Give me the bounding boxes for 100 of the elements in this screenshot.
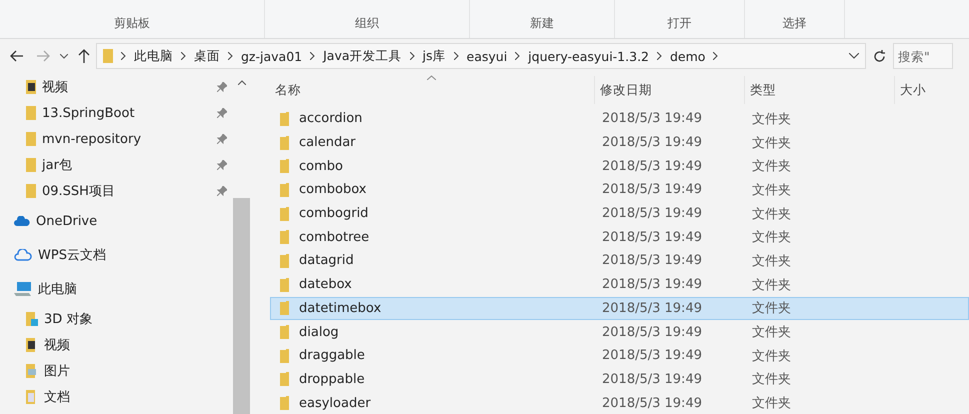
folder-icon [280, 230, 289, 244]
breadcrumb-item[interactable]: 此电脑 [134, 48, 173, 64]
chevron-icon[interactable] [454, 52, 459, 60]
file-row[interactable]: combogrid 2018/5/3 19:49 文件夹 [270, 202, 969, 226]
up-arrow-icon[interactable] [78, 49, 90, 63]
folder-icon [280, 278, 289, 292]
search-field[interactable]: 搜索" [893, 43, 953, 69]
file-name: combogrid [299, 206, 368, 222]
dropdown-icon[interactable] [849, 53, 859, 59]
caret-icon[interactable] [60, 54, 68, 58]
scroll-up-icon[interactable] [238, 80, 246, 85]
file-name: accordion [299, 111, 362, 126]
breadcrumb-item[interactable]: demo [670, 48, 706, 64]
folder-icon [280, 182, 289, 197]
chevron-icon[interactable] [181, 52, 186, 60]
file-row[interactable]: datebox 2018/5/3 19:49 文件夹 [270, 272, 969, 296]
chevron-icon[interactable] [713, 52, 718, 60]
file-row[interactable]: easyloader 2018/5/3 19:49 文件夹 [270, 391, 969, 414]
sidebar-item[interactable]: 13.SpringBoot [42, 106, 135, 120]
date-cell-text: 2018/5/3 19:49 [601, 324, 703, 340]
file-row[interactable]: combobox 2018/5/3 19:49 文件夹 [270, 178, 969, 202]
file-name: combobox [299, 182, 366, 198]
type-cell-text: 文件夹 [751, 158, 792, 176]
chevron-icon[interactable] [310, 52, 316, 60]
file-row[interactable]: datetimebox 2018/5/3 19:49 文件夹 [270, 296, 969, 320]
sidebar-item[interactable]: 此电脑 [38, 280, 77, 298]
back-icon[interactable] [10, 50, 24, 62]
folder-icon [280, 206, 289, 221]
file-name: calendar [299, 135, 356, 150]
chevron-icon[interactable] [228, 52, 233, 60]
folder-icon [26, 158, 36, 172]
folder-icon [280, 348, 289, 363]
pin-icon[interactable] [217, 134, 227, 144]
cloud-outline-icon [14, 249, 32, 261]
date-cell-text: 2018/5/3 19:49 [601, 206, 703, 222]
sidebar-item[interactable]: 视频 [44, 336, 70, 354]
file-row[interactable]: accordion 2018/5/3 19:49 文件夹 [270, 107, 969, 131]
file-name: combotree [299, 230, 370, 245]
chevron-icon[interactable] [121, 52, 126, 60]
column-header[interactable]: 类型 [745, 76, 895, 104]
date-cell-text: 2018/5/3 19:49 [601, 230, 703, 245]
file-name: easyloader [299, 396, 371, 411]
scrollbar-thumb[interactable] [233, 198, 250, 414]
sidebar-item[interactable]: jar包 [42, 156, 72, 174]
breadcrumb-item[interactable]: js库 [422, 48, 446, 64]
date-cell-text: 2018/5/3 19:49 [601, 111, 703, 126]
chevron-icon[interactable] [410, 52, 415, 60]
address-field[interactable]: 此电脑 桌面 gz-java01 Java开发工具 js库 easyui jquery-easyui-1.3.2 demo [96, 43, 866, 69]
type-cell-text: 文件夹 [751, 371, 792, 388]
pin-icon[interactable] [217, 186, 227, 196]
folder-icon [280, 301, 289, 316]
file-row[interactable]: dialog 2018/5/3 19:49 文件夹 [270, 320, 969, 344]
file-name: droppable [299, 372, 365, 387]
pin-icon[interactable] [217, 82, 227, 92]
sidebar-item[interactable]: WPS云文档 [38, 246, 106, 264]
breadcrumb-item[interactable]: Java开发工具 [323, 48, 402, 64]
date-cell-text: 2018/5/3 19:49 [601, 348, 703, 364]
sidebar-item[interactable]: OneDrive [36, 214, 98, 228]
ribbon-group-label: 选择 [745, 0, 845, 38]
file-row[interactable]: draggable 2018/5/3 19:49 文件夹 [270, 344, 969, 368]
sidebar-item[interactable]: mvn-repository [42, 132, 142, 146]
folder-icon [26, 106, 36, 120]
refresh-icon[interactable] [873, 50, 886, 62]
date-cell-text: 2018/5/3 19:49 [601, 253, 703, 268]
file-name: datebox [299, 277, 352, 292]
type-cell-text: 文件夹 [751, 348, 792, 365]
sidebar-item[interactable]: 09.SSH项目 [42, 182, 115, 200]
date-cell-text: 2018/5/3 19:49 [601, 135, 703, 150]
sidebar-item[interactable]: 3D 对象 [44, 310, 92, 328]
chevron-icon[interactable] [657, 52, 662, 60]
file-name: datetimebox [299, 300, 382, 316]
chevron-icon[interactable] [515, 52, 520, 60]
folder-icon [280, 372, 289, 386]
ribbon-group-label: 打开 [615, 0, 745, 38]
file-row[interactable]: combotree 2018/5/3 19:49 文件夹 [270, 225, 969, 250]
breadcrumb-item[interactable]: jquery-easyui-1.3.2 [528, 48, 649, 64]
folder-icon [280, 254, 289, 268]
column-header[interactable]: 名称 [270, 76, 595, 104]
breadcrumb-item[interactable]: gz-java01 [241, 48, 302, 64]
type-cell-text: 文件夹 [751, 395, 792, 412]
breadcrumb-item[interactable]: 桌面 [194, 48, 220, 64]
type-cell-text: 文件夹 [751, 134, 792, 152]
pin-icon[interactable] [217, 108, 227, 118]
file-row[interactable]: calendar 2018/5/3 19:49 文件夹 [270, 130, 969, 154]
sidebar-item[interactable]: 图片 [44, 362, 70, 380]
folder-icon [280, 112, 289, 126]
type-cell-text: 文件夹 [751, 110, 792, 128]
column-header[interactable]: 大小 [895, 76, 969, 104]
file-row[interactable]: datagrid 2018/5/3 19:49 文件夹 [270, 249, 969, 273]
breadcrumb-item[interactable]: easyui [466, 48, 508, 64]
document-folder-icon [26, 390, 38, 404]
folder-icon [103, 49, 113, 63]
file-row[interactable]: combo 2018/5/3 19:49 文件夹 [270, 154, 969, 178]
ribbon-group-label: 剪贴板 [0, 0, 265, 38]
sidebar-item[interactable]: 视频 [42, 78, 68, 96]
column-header[interactable]: 修改日期 [595, 76, 745, 104]
sidebar-item[interactable]: 文档 [44, 388, 70, 406]
file-row[interactable]: droppable 2018/5/3 19:49 文件夹 [270, 368, 969, 392]
cloud-icon [14, 216, 30, 226]
pin-icon[interactable] [217, 160, 227, 170]
